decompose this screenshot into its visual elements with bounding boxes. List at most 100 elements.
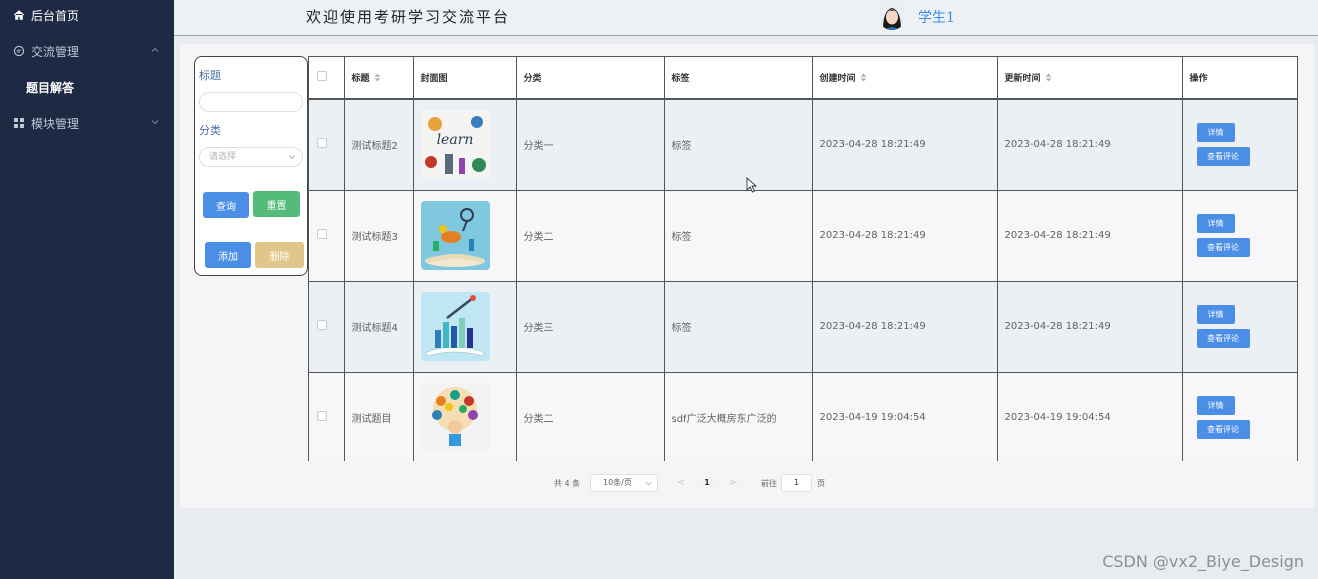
cell-cover: learn (413, 99, 517, 191)
sidebar-item-home[interactable]: 后台首页 (0, 0, 174, 30)
view-comments-button[interactable]: 查看评论 (1196, 147, 1250, 167)
sidebar-item-exchange[interactable]: 交流管理 (0, 36, 174, 66)
sort-icon[interactable] (1045, 73, 1052, 82)
cell-title: 测试题目 (344, 372, 414, 461)
cell-created: 2023-04-28 18:21:49 (812, 99, 998, 191)
cell-created: 2023-04-19 19:04:54 (812, 372, 998, 461)
chevron-down-icon (645, 481, 652, 486)
cover-image-thinking-kid (420, 383, 490, 452)
cell-updated: 2023-04-28 18:21:49 (997, 190, 1183, 282)
cell-updated: 2023-04-19 19:04:54 (997, 372, 1183, 461)
view-comments-button[interactable]: 查看评论 (1196, 238, 1250, 257)
cell-tag: 标签 (664, 281, 813, 373)
detail-button[interactable]: 详情 (1196, 123, 1235, 143)
reset-button[interactable]: 重置 (253, 191, 300, 217)
welcome-text: 欢迎使用考研学习交流平台 (306, 8, 511, 26)
data-table: 标题 封面图 分类 标签 创建时间 更新时间 操作 测试标题2 learn 分类… (308, 56, 1298, 461)
pagination: 共 4 条 10条/页 < 1 > 前往 1 页 (554, 474, 825, 492)
column-header-label: 创建时间 (819, 74, 856, 84)
column-header-updated[interactable]: 更新时间 (997, 57, 1183, 100)
cell-tag: 标签 (664, 99, 813, 191)
row-select-cell (309, 372, 345, 461)
cell-title: 测试标题2 (344, 99, 414, 191)
category-placeholder: 请选择 (209, 152, 237, 162)
username[interactable]: 学生1 (918, 7, 955, 27)
detail-button[interactable]: 详情 (1196, 305, 1235, 324)
table-row: 测试题目 分类二 sdf广泛大概房东广泛的 2023-04-19 19:04:5… (309, 372, 1297, 461)
title-label: 标题 (199, 69, 221, 82)
chevron-down-icon (288, 155, 296, 160)
sort-icon[interactable] (374, 73, 381, 82)
column-header-actions: 操作 (1182, 57, 1297, 100)
page-size-select[interactable]: 10条/页 (590, 474, 658, 492)
row-checkbox[interactable] (317, 229, 327, 239)
home-icon (13, 10, 25, 20)
page-number-1[interactable]: 1 (694, 474, 720, 492)
column-header-category: 分类 (516, 57, 665, 100)
sidebar-item-answers[interactable]: 题目解答 (0, 72, 174, 102)
cell-tag: sdf广泛大概房东广泛的 (664, 372, 813, 461)
chevron-down-icon (151, 120, 159, 125)
sidebar-item-label: 题目解答 (26, 80, 75, 95)
column-header-title[interactable]: 标题 (344, 57, 414, 100)
avatar-image (878, 2, 906, 30)
cell-category: 分类二 (516, 372, 665, 461)
cell-category: 分类一 (516, 99, 665, 191)
cell-category: 分类二 (516, 190, 665, 282)
sidebar-item-label: 模块管理 (31, 116, 80, 131)
page-size-value: 10条/页 (603, 478, 632, 487)
row-checkbox[interactable] (317, 138, 327, 149)
column-header-tag: 标签 (664, 57, 813, 100)
column-header-label: 更新时间 (1004, 74, 1041, 84)
category-select[interactable]: 请选择 (199, 147, 303, 167)
add-button[interactable]: 添加 (205, 242, 251, 268)
table-row: 测试标题2 learn 分类一 标签 2023-04-28 18:21:49 2… (309, 99, 1297, 191)
sort-icon[interactable] (860, 73, 867, 82)
row-checkbox[interactable] (317, 320, 327, 330)
category-label: 分类 (199, 124, 221, 137)
view-comments-button[interactable]: 查看评论 (1196, 420, 1250, 439)
detail-button[interactable]: 详情 (1196, 214, 1235, 233)
table-row: 测试标题3 分类二 标签 2023-04-28 18:21:49 2023-04… (309, 190, 1297, 282)
column-header-created[interactable]: 创建时间 (812, 57, 998, 100)
watermark: CSDN @vx2_Biye_Design (1102, 552, 1304, 571)
cell-updated: 2023-04-28 18:21:49 (997, 99, 1183, 191)
cell-actions: 详情 查看评论 (1182, 372, 1297, 461)
cell-actions: 详情 查看评论 (1182, 99, 1297, 191)
sidebar-item-label: 交流管理 (31, 44, 80, 59)
cell-title: 测试标题3 (344, 190, 414, 282)
row-select-cell (309, 281, 345, 373)
column-header-label: 标题 (351, 74, 370, 84)
goto-label: 前往 (761, 478, 777, 488)
query-button[interactable]: 查询 (203, 192, 249, 218)
detail-button[interactable]: 详情 (1196, 396, 1235, 415)
sidebar-item-modules[interactable]: 模块管理 (0, 108, 174, 138)
cover-image-learn: learn (420, 110, 490, 180)
cover-image-book-lab (420, 201, 490, 270)
grid-icon (14, 118, 24, 128)
select-all-checkbox[interactable] (317, 71, 327, 81)
top-header: 欢迎使用考研学习交流平台 学生1 (174, 0, 1318, 36)
cell-actions: 详情 查看评论 (1182, 190, 1297, 282)
avatar[interactable] (878, 2, 906, 30)
goto-unit: 页 (817, 478, 825, 488)
view-comments-button[interactable]: 查看评论 (1196, 329, 1250, 348)
title-input[interactable] (199, 92, 303, 112)
chevron-up-icon (151, 47, 159, 52)
cell-created: 2023-04-28 18:21:49 (812, 281, 998, 373)
column-header-cover: 封面图 (413, 57, 517, 100)
chat-icon (13, 45, 25, 57)
cell-actions: 详情 查看评论 (1182, 281, 1297, 373)
cell-created: 2023-04-28 18:21:49 (812, 190, 998, 282)
prev-page-button[interactable]: < (670, 474, 692, 492)
next-page-button[interactable]: > (722, 474, 744, 492)
row-select-cell (309, 99, 345, 191)
pagination-total: 共 4 条 (554, 478, 581, 488)
goto-page-input[interactable]: 1 (781, 474, 812, 492)
cell-tag: 标签 (664, 190, 813, 282)
cover-image-book-city (420, 292, 490, 361)
table-header-row: 标题 封面图 分类 标签 创建时间 更新时间 操作 (309, 57, 1297, 100)
delete-button[interactable]: 删除 (255, 242, 304, 268)
row-select-cell (309, 190, 345, 282)
row-checkbox[interactable] (317, 411, 327, 421)
